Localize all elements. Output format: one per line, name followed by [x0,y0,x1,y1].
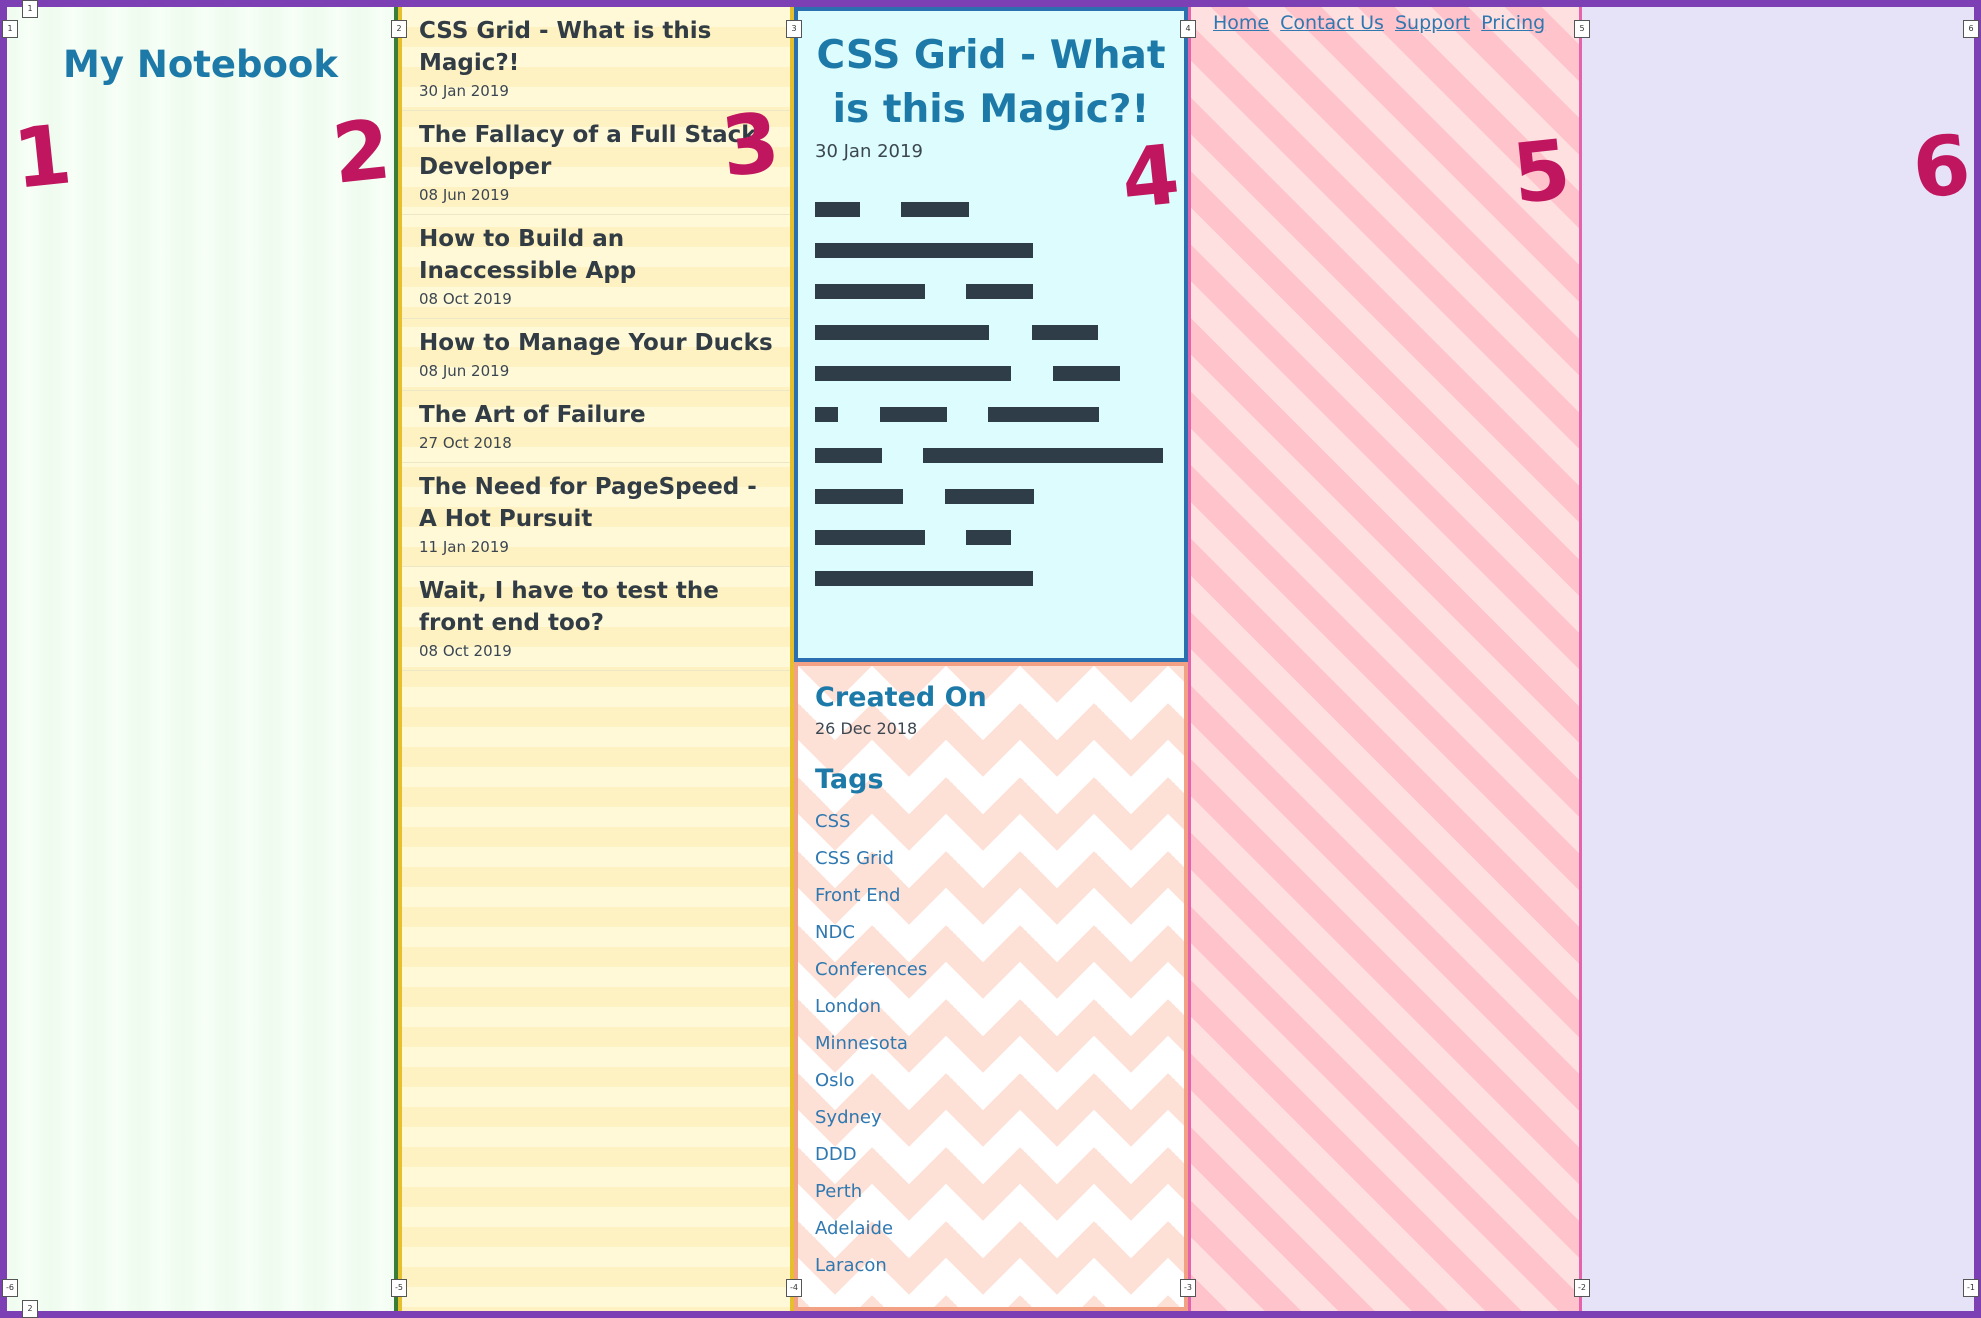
tag-link[interactable]: Oslo [815,1062,1184,1099]
post-item[interactable]: The Art of Failure 27 Oct 2018 [402,391,790,463]
post-date: 08 Oct 2019 [419,290,512,308]
post-item[interactable]: CSS Grid - What is this Magic?! 30 Jan 2… [402,7,790,111]
post-date: 08 Jun 2019 [419,186,510,204]
post-title[interactable]: Wait, I have to test the front end too? [419,575,774,639]
post-title[interactable]: How to Build an Inaccessible App [419,223,774,287]
meta-panel: Created On 26 Dec 2018 Tags CSS CSS Grid… [794,662,1188,1311]
tag-link[interactable]: Laracon [815,1247,1184,1284]
post-title[interactable]: CSS Grid - What is this Magic?! [419,15,774,79]
annotation-number: 2 [328,102,395,203]
article-title: CSS Grid - What is this Magic?! [816,33,1166,132]
tag-link[interactable]: CSS [815,803,1184,840]
grid-line-marker: 1 [22,0,38,18]
post-title[interactable]: How to Manage Your Ducks [419,327,774,359]
post-date: 08 Jun 2019 [419,362,510,380]
annotation-number: 5 [1508,122,1575,223]
grid-line-marker: 1 [2,20,18,38]
grid-line-marker: 6 [1963,20,1979,38]
tag-link[interactable]: Sydney [815,1099,1184,1136]
grid-line-marker: 2 [22,1300,38,1318]
grid-line-marker: -4 [786,1279,802,1297]
post-date: 27 Oct 2018 [419,434,512,452]
tag-link[interactable]: NDC [815,914,1184,951]
post-item[interactable]: How to Manage Your Ducks 08 Jun 2019 [402,319,790,391]
site-title: My Notebook [63,43,338,86]
tag-link[interactable]: DDD [815,1136,1184,1173]
tag-link[interactable]: London [815,988,1184,1025]
annotation-number: 6 [1908,117,1975,218]
post-title[interactable]: The Art of Failure [419,399,774,431]
post-date: 08 Oct 2019 [419,642,512,660]
tag-link[interactable]: CSS Grid [815,840,1184,877]
grid-line-marker: 5 [1574,20,1590,38]
post-item[interactable]: How to Build an Inaccessible App 08 Oct … [402,215,790,319]
tags-heading: Tags [815,764,884,795]
post-list: CSS Grid - What is this Magic?! 30 Jan 2… [398,7,794,1311]
annotation-number: 3 [717,95,784,196]
post-item[interactable]: The Need for PageSpeed - A Hot Pursuit 1… [402,463,790,567]
tag-link[interactable]: Minnesota [815,1025,1184,1062]
grid-line-marker: -2 [1574,1279,1590,1297]
nav-contact-link[interactable]: Contact Us [1280,12,1384,34]
nav-support-link[interactable]: Support [1395,12,1470,34]
created-heading: Created On [815,682,987,713]
top-nav: Home Contact Us Support Pricing [1213,12,1550,34]
post-date: 30 Jan 2019 [419,82,509,100]
grid-line-marker: -5 [391,1279,407,1297]
created-date: 26 Dec 2018 [815,719,918,738]
post-title[interactable]: The Need for PageSpeed - A Hot Pursuit [419,471,774,535]
nav-home-link[interactable]: Home [1213,12,1269,34]
grid-line-marker: 4 [1180,20,1196,38]
article-panel: CSS Grid - What is this Magic?! 30 Jan 2… [794,7,1188,662]
article-body-placeholder [815,202,1184,588]
tag-list: CSS CSS Grid Front End NDC Conferences L… [815,803,1184,1284]
tag-link[interactable]: Adelaide [815,1210,1184,1247]
tag-link[interactable]: Conferences [815,951,1184,988]
nav-pricing-link[interactable]: Pricing [1481,12,1545,34]
grid-line-marker: -3 [1180,1279,1196,1297]
tag-link[interactable]: Front End [815,877,1184,914]
tag-link[interactable]: Perth [815,1173,1184,1210]
annotation-number: 1 [9,107,76,208]
grid-line-marker: -6 [2,1279,18,1297]
annotation-number: 4 [1117,127,1184,228]
grid-line-marker: 2 [391,20,407,38]
post-date: 11 Jan 2019 [419,538,509,556]
post-item[interactable]: Wait, I have to test the front end too? … [402,567,790,671]
grid-line-marker: 3 [786,20,802,38]
grid-line-marker: -1 [1963,1279,1979,1297]
